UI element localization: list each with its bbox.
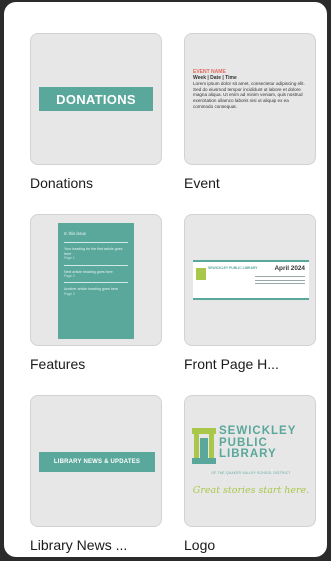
logo-line: LIBRARY xyxy=(219,448,277,460)
template-tile-logo[interactable]: SEWICKLEY PUBLIC LIBRARY OF THE QUAKER V… xyxy=(184,395,316,553)
template-thumbnail[interactable]: DONATIONS xyxy=(30,33,162,165)
event-body-text: Lorem ipsum dolor sit amet, consectetur … xyxy=(193,81,305,109)
template-caption: Front Page H... xyxy=(184,356,279,372)
template-tile-donations[interactable]: DONATIONS Donations xyxy=(30,33,162,191)
template-thumbnail[interactable]: SEWICKLEY PUBLIC LIBRARY OF THE QUAKER V… xyxy=(184,395,316,527)
header-preview: SEWICKLEY PUBLIC LIBRARY April 2024 xyxy=(193,260,309,300)
library-news-banner: LIBRARY NEWS & UPDATES xyxy=(39,452,155,472)
template-tile-event[interactable]: EVENT NAME Week | Date | Time Lorem ipsu… xyxy=(184,33,316,191)
donations-banner: DONATIONS xyxy=(39,87,153,111)
template-tile-features[interactable]: In this issue Your heading for the first… xyxy=(30,214,162,372)
feature-item-text: Your heading for the first article goes … xyxy=(64,247,123,256)
template-caption: Features xyxy=(30,356,86,372)
issue-month-text: April 2024 xyxy=(274,265,305,272)
template-caption: Donations xyxy=(30,175,94,191)
feature-item-page: Page 3 xyxy=(64,291,75,296)
template-thumbnail[interactable]: LIBRARY NEWS & UPDATES xyxy=(30,395,162,527)
template-caption: Logo xyxy=(184,537,216,553)
logo-wordmark: SEWICKLEY PUBLIC LIBRARY xyxy=(219,425,297,461)
feature-item-page: Page 1 xyxy=(64,256,75,261)
template-thumbnail[interactable]: In this issue Your heading for the first… xyxy=(30,214,162,346)
library-name-text: SEWICKLEY PUBLIC LIBRARY xyxy=(208,266,258,270)
library-building-icon xyxy=(192,428,216,464)
divider xyxy=(64,282,128,284)
logo-line: SEWICKLEY xyxy=(219,425,297,437)
template-caption: Library News ... xyxy=(30,537,128,553)
library-logo-icon xyxy=(196,268,206,280)
template-picker-panel: DONATIONS Donations EVENT NAME Week | Da… xyxy=(4,2,327,557)
logo-slogan: Great stories start here. xyxy=(192,485,310,496)
feature-item-page: Page 2 xyxy=(64,274,75,279)
features-heading: In this issue xyxy=(64,231,87,236)
template-thumbnail[interactable]: EVENT NAME Week | Date | Time Lorem ipsu… xyxy=(184,33,316,165)
event-preview: EVENT NAME Week | Date | Time Lorem ipsu… xyxy=(193,69,309,109)
features-preview: In this issue Your heading for the first… xyxy=(58,223,134,339)
divider xyxy=(64,264,128,266)
divider xyxy=(64,242,128,244)
template-tile-library-news[interactable]: LIBRARY NEWS & UPDATES Library News ... xyxy=(30,395,162,553)
logo-tagline: OF THE QUAKER VALLEY SCHOOL DISTRICT xyxy=(211,471,291,475)
template-caption: Event xyxy=(184,175,220,191)
template-grid: DONATIONS Donations EVENT NAME Week | Da… xyxy=(4,2,327,557)
header-detail-lines xyxy=(255,274,305,287)
template-tile-front-page-header[interactable]: SEWICKLEY PUBLIC LIBRARY April 2024 Fron… xyxy=(184,214,316,372)
template-thumbnail[interactable]: SEWICKLEY PUBLIC LIBRARY April 2024 xyxy=(184,214,316,346)
